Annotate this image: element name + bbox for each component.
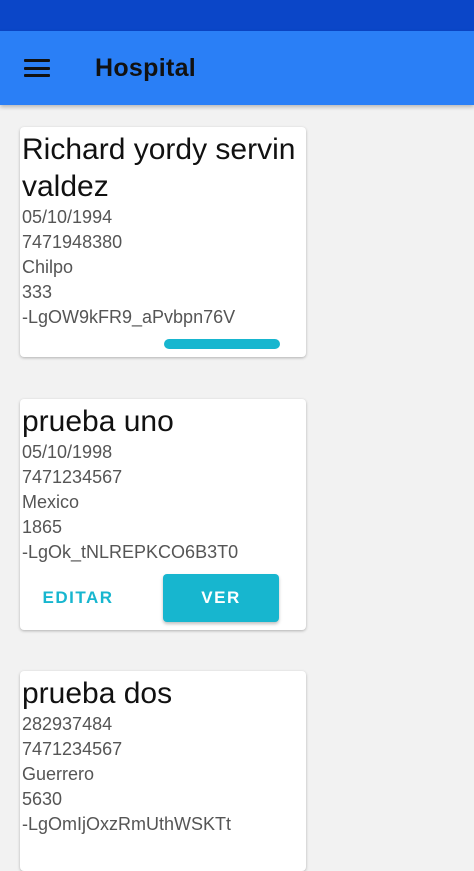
- patient-card: Richard yordy servin valdez 05/10/1994 7…: [20, 127, 306, 357]
- menu-line: [24, 59, 50, 62]
- patient-phone: 7471948380: [22, 232, 123, 252]
- patient-id: -LgOmIjOxzRmUthWSKTt: [22, 814, 232, 834]
- patient-id: -LgOk_tNLREPKCO6B3T0: [22, 542, 239, 562]
- patient-place: Guerrero: [22, 764, 95, 784]
- status-bar: [0, 0, 474, 31]
- patient-name: prueba dos: [22, 677, 173, 710]
- app-bar: Hospital: [0, 31, 474, 105]
- patient-id: -LgOW9kFR9_aPvbpn76V: [22, 307, 236, 327]
- view-button[interactable]: VER: [163, 574, 279, 622]
- edit-button[interactable]: EDITAR: [28, 574, 128, 622]
- patient-card: prueba dos 282937484 7471234567 Guerrero…: [20, 671, 306, 871]
- card-actions: EDITAR VER: [20, 574, 306, 622]
- patient-phone: 7471234567: [22, 467, 123, 487]
- patient-number: 1865: [22, 517, 63, 537]
- patient-place: Chilpo: [22, 257, 74, 277]
- patient-date: 05/10/1998: [22, 442, 113, 462]
- patient-number: 333: [22, 282, 53, 302]
- patient-date: 282937484: [22, 714, 113, 734]
- patient-name: prueba uno: [22, 405, 174, 438]
- menu-line: [24, 74, 50, 77]
- loading-indicator: [164, 339, 280, 349]
- menu-line: [24, 66, 50, 70]
- hamburger-menu-icon[interactable]: [24, 59, 50, 77]
- patient-place: Mexico: [22, 492, 80, 512]
- patient-phone: 7471234567: [22, 739, 123, 759]
- patient-date: 05/10/1994: [22, 207, 113, 227]
- patient-name: Richard yordy servin valdez: [22, 133, 296, 203]
- app-title: Hospital: [95, 54, 197, 82]
- patient-number: 5630: [22, 789, 63, 809]
- patient-card: prueba uno 05/10/1998 7471234567 Mexico …: [20, 399, 306, 630]
